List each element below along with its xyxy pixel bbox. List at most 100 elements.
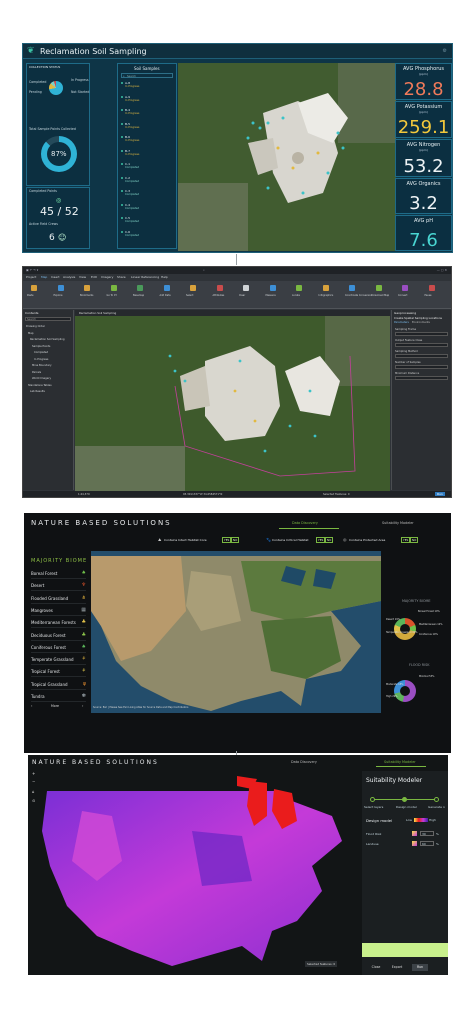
ribbon-button-label[interactable]: Add Data (160, 294, 171, 297)
ribbon-button-icon[interactable] (296, 285, 302, 291)
ribbon-button-icon[interactable] (269, 285, 276, 291)
gp-field-input[interactable] (395, 332, 448, 336)
ribbon-button-icon[interactable] (216, 285, 223, 291)
ribbon-button-label[interactable]: Measure (266, 294, 276, 297)
sample-list-item[interactable]: B-7 In Progress (121, 149, 171, 158)
step-3-marker[interactable] (434, 797, 439, 802)
ribbon-button-icon[interactable] (137, 285, 143, 291)
ribbon-button-label[interactable]: Coordinate Conversion (345, 294, 372, 297)
toc-layer-item[interactable]: In Progress (34, 358, 48, 361)
window-controls[interactable]: — ▢ ✕ (437, 268, 447, 272)
gp-tab-environments[interactable]: Environments (412, 321, 430, 324)
ribbon-tab[interactable]: View (79, 275, 86, 279)
biome-item[interactable]: Desert ♆ (31, 580, 86, 592)
ribbon-button-label[interactable]: Explore (54, 294, 63, 297)
step-1-marker[interactable] (370, 797, 375, 802)
ribbon-button-icon[interactable] (190, 285, 196, 291)
export-button[interactable]: Export (388, 964, 406, 971)
locate-icon[interactable]: ⊙ (32, 798, 35, 803)
ribbon-button-label[interactable]: Pause (425, 294, 432, 297)
map-tab[interactable]: Reclamation Soil Sampling (79, 311, 116, 315)
toc-layer-item[interactable]: Parcels (32, 371, 41, 374)
ribbon-button-icon[interactable] (57, 285, 64, 291)
samples-search[interactable]: ⌕ Search (121, 73, 173, 78)
biome-item[interactable]: Mangroves ▦ (31, 605, 86, 616)
filter-yes-toggle[interactable]: YES (316, 537, 326, 543)
ribbon-button-icon[interactable] (84, 285, 90, 291)
toc-layer-item[interactable]: Completed (34, 351, 48, 354)
ribbon-button-label[interactable]: Select (186, 294, 193, 297)
biome-item[interactable]: Tundra ❄ (31, 691, 86, 702)
bookmark-icon[interactable]: ⌂ (32, 789, 35, 794)
ribbon-tab[interactable]: Share (117, 275, 126, 279)
toc-layer-item[interactable]: Map (28, 332, 33, 335)
ribbon-tab[interactable]: Analysis (63, 275, 75, 279)
zoom-in-icon[interactable]: + (32, 771, 35, 776)
toc-layer-item[interactable]: Standalone Tables (28, 384, 52, 387)
toc-layer-item[interactable]: Sample Points (32, 345, 50, 348)
ribbon-button-icon[interactable] (243, 285, 249, 291)
tab-suitability-modeler[interactable]: Suitability Modeler (382, 521, 414, 525)
weight-color-swatch[interactable] (412, 831, 417, 836)
ribbon-button-label[interactable]: Download Map (372, 294, 390, 297)
biome-item[interactable]: Deciduous Forest ♣ (31, 630, 86, 641)
sample-list-item[interactable]: B-6 In Progress (121, 135, 171, 144)
weight-color-swatch[interactable] (412, 841, 417, 846)
quick-access-icons[interactable]: ▣ ↶ ↷ ▾ (26, 268, 38, 272)
gp-field-input[interactable] (395, 376, 448, 380)
ribbon-tab[interactable]: Map (41, 275, 47, 279)
ribbon-tab[interactable]: Help (161, 275, 168, 279)
us-map[interactable]: Source: Esri | Please See Esri Living At… (91, 551, 381, 713)
suitability-map[interactable]: Selected features: 0 (42, 771, 362, 971)
sample-list-item[interactable]: C-2 Completed (121, 176, 171, 185)
next-icon[interactable]: › (82, 704, 83, 708)
sample-list-item[interactable]: A-9 In Progress (121, 95, 171, 104)
biome-item[interactable]: Tropical Grassland ψ (31, 679, 86, 690)
filter-no-toggle[interactable]: NO (325, 537, 334, 543)
biome-item[interactable]: Temperate Grassland ⚘ (31, 654, 86, 666)
ribbon-button-icon[interactable] (163, 285, 170, 291)
ribbon-button-label[interactable]: Go To XY (107, 294, 117, 297)
biome-item[interactable]: Flooded Grassland ⋔ (31, 593, 86, 604)
biome-item[interactable]: Coniferous Forest ♠ (31, 642, 86, 653)
ribbon-tab[interactable]: Insert (51, 275, 60, 279)
prev-icon[interactable]: ‹ (31, 704, 32, 708)
sample-list-item[interactable]: C-1 Completed (121, 162, 171, 171)
biome-item[interactable]: Mediterranean Forests ♣ (31, 617, 86, 629)
sample-list-item[interactable]: C-4 Completed (121, 203, 171, 212)
ribbon-button-label[interactable]: Clear (239, 294, 245, 297)
toc-layer-item[interactable]: Drawing Order (26, 325, 45, 328)
tab-suitability-modeler[interactable]: Suitability Modeler (384, 760, 416, 764)
ribbon-button-label[interactable]: Bookmarks (80, 294, 93, 297)
sample-list-item[interactable]: B-5 In Progress (121, 122, 171, 131)
toc-layer-item[interactable]: World Imagery (32, 377, 51, 380)
toc-layer-item[interactable]: Reclamation Soil Sampling (30, 338, 65, 341)
tab-data-discovery[interactable]: Data Discovery (292, 521, 318, 525)
biome-item[interactable]: Tropical Forest ⚘ (31, 666, 86, 678)
ribbon-button-icon[interactable] (110, 285, 117, 291)
zoom-out-icon[interactable]: − (32, 779, 35, 784)
sample-list-item[interactable]: B-4 In Progress (121, 108, 171, 117)
ribbon-button-label[interactable]: Paste (27, 294, 33, 297)
step-2-marker[interactable] (402, 797, 407, 802)
ribbon-button-icon[interactable] (428, 285, 435, 291)
ribbon-button-icon[interactable] (402, 285, 408, 291)
ribbon-tab[interactable]: Edit (91, 275, 97, 279)
ribbon-button-label[interactable]: Infographics (319, 294, 334, 297)
close-button[interactable]: Close (368, 964, 384, 971)
ribbon-button-label[interactable]: Convert (398, 294, 407, 297)
ribbon-button-icon[interactable] (375, 285, 382, 291)
filter-no-toggle[interactable]: NO (410, 537, 419, 543)
sample-list-item[interactable]: C-3 Completed (121, 189, 171, 198)
selected-features[interactable]: Selected features: 0 (305, 961, 338, 967)
ribbon-button-icon[interactable] (31, 285, 37, 291)
ribbon-button-label[interactable]: Locate (292, 294, 300, 297)
toc-layer-item[interactable]: Lab Results (30, 390, 45, 393)
command-search[interactable]: ⌕ (203, 268, 205, 272)
sample-list-item[interactable]: C-6 Completed (121, 230, 171, 239)
filter-yes-toggle[interactable]: YES (401, 537, 411, 543)
run-button[interactable]: Run (435, 492, 445, 496)
gp-field-input[interactable] (395, 354, 448, 358)
ribbon-button-label[interactable]: Basemap (133, 294, 144, 297)
ribbon-tab[interactable]: Project (26, 275, 36, 279)
